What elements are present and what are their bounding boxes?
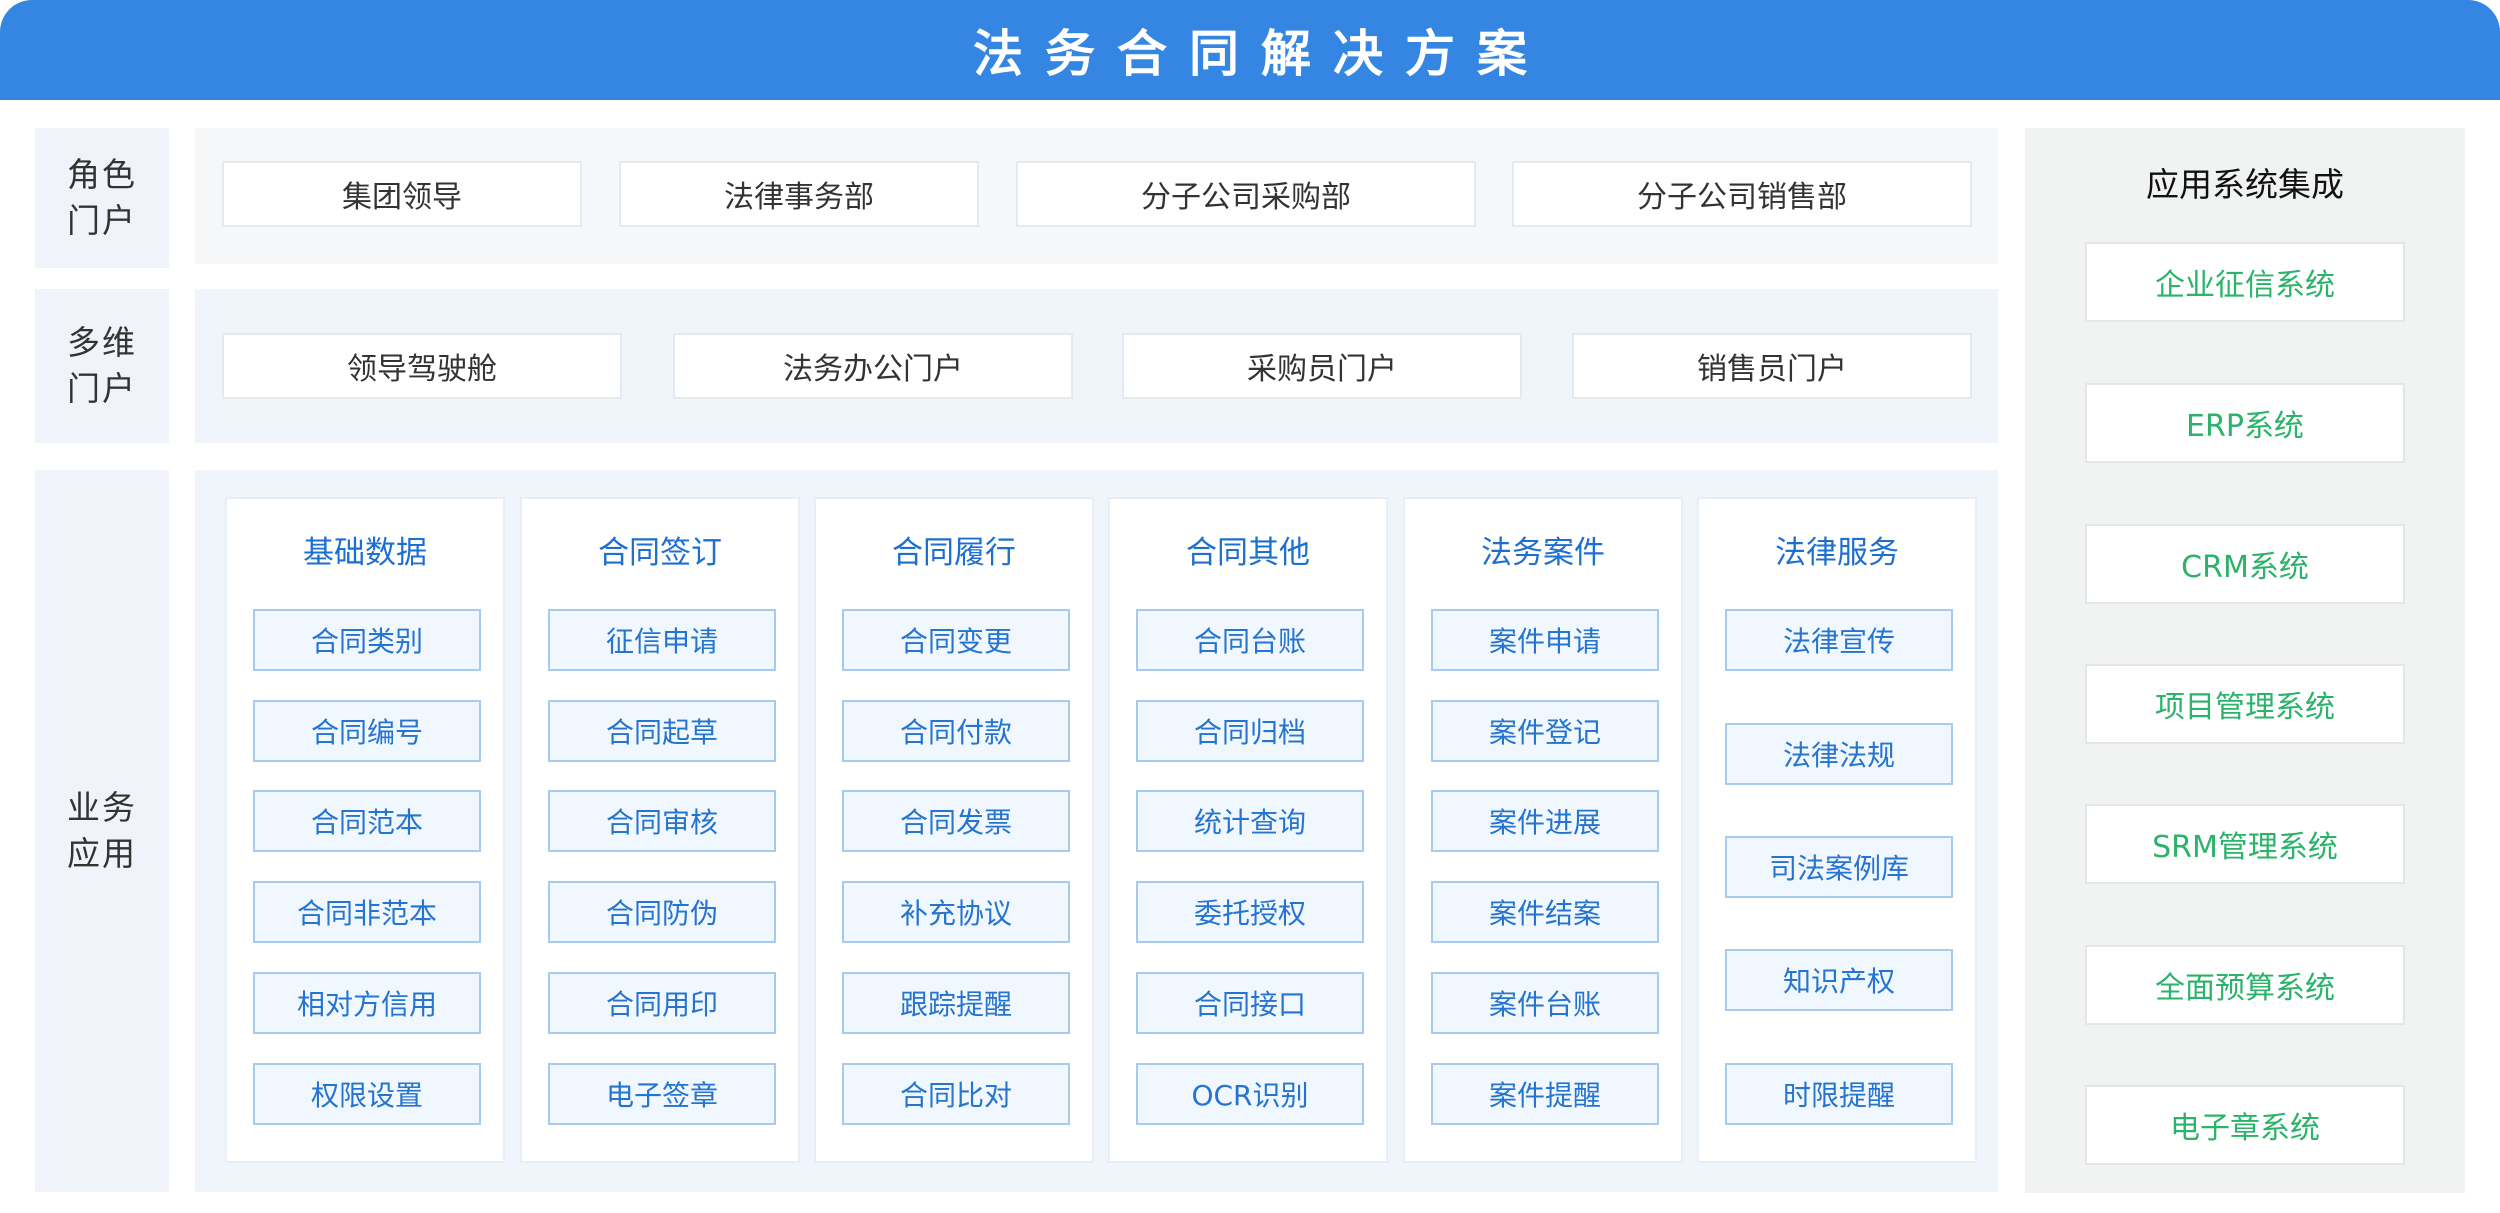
module-title: 合同签订: [598, 534, 722, 571]
module-item[interactable]: 合同台账: [1136, 609, 1364, 671]
module-item[interactable]: 委托授权: [1136, 881, 1364, 943]
page-title: 法务合同解决方案: [973, 25, 1549, 83]
integration-system-item[interactable]: 项目管理系统: [2085, 664, 2405, 744]
module-item[interactable]: 案件结案: [1431, 881, 1659, 943]
role-portal-item[interactable]: 分子公司采购部: [1016, 161, 1476, 227]
business-row: 基础数据 合同类别 合同编号 合同范本 合同非范本 相对方信用 权限设置 合同签…: [195, 470, 1998, 1192]
role-portal-item[interactable]: 集团领导: [222, 161, 582, 227]
module-contract-performance: 合同履行 合同变更 合同付款 合同发票 补充协议 跟踪提醒 合同比对: [814, 497, 1094, 1163]
integration-system-item[interactable]: 电子章系统: [2085, 1085, 2405, 1165]
module-item[interactable]: OCR识别: [1136, 1063, 1364, 1125]
multi-portal-item[interactable]: 法务办公门户: [673, 333, 1073, 399]
module-item[interactable]: 相对方信用: [253, 972, 481, 1034]
page-title-bar: 法务合同解决方案: [0, 0, 2500, 100]
module-item[interactable]: 案件台账: [1431, 972, 1659, 1034]
module-item[interactable]: 案件申请: [1431, 609, 1659, 671]
module-item[interactable]: 合同类别: [253, 609, 481, 671]
multi-portal-item[interactable]: 销售员门户: [1572, 333, 1972, 399]
module-item[interactable]: 合同起草: [548, 700, 776, 762]
module-title: 合同履行: [892, 534, 1016, 571]
role-portal-row: 集团领导 法律事务部 分子公司采购部 分子公司销售部: [195, 128, 1998, 264]
module-title: 法律服务: [1775, 534, 1899, 571]
module-item[interactable]: 跟踪提醒: [842, 972, 1070, 1034]
integration-system-item[interactable]: CRM系统: [2085, 524, 2405, 604]
integration-system-item[interactable]: 企业征信系统: [2085, 242, 2405, 322]
module-title: 法务案件: [1481, 534, 1605, 571]
integration-title: 应用系统集成: [2146, 165, 2344, 204]
module-title: 合同其他: [1186, 534, 1310, 571]
multi-portal-row: 领导驾驶舱 法务办公门户 采购员门户 销售员门户: [195, 289, 1998, 443]
module-contract-signing: 合同签订 征信申请 合同起草 合同审核 合同防伪 合同用印 电子签章: [520, 497, 800, 1163]
module-item[interactable]: 权限设置: [253, 1063, 481, 1125]
module-item[interactable]: 统计查询: [1136, 790, 1364, 852]
module-basic-data: 基础数据 合同类别 合同编号 合同范本 合同非范本 相对方信用 权限设置: [225, 497, 505, 1163]
module-item[interactable]: 合同归档: [1136, 700, 1364, 762]
role-portal-item[interactable]: 分子公司销售部: [1512, 161, 1972, 227]
module-item[interactable]: 案件提醒: [1431, 1063, 1659, 1125]
module-item[interactable]: 补充协议: [842, 881, 1070, 943]
row-label-role-portal: 角色门户: [35, 128, 169, 268]
module-item[interactable]: 时限提醒: [1725, 1063, 1953, 1125]
module-item[interactable]: 合同编号: [253, 700, 481, 762]
multi-portal-item[interactable]: 领导驾驶舱: [222, 333, 622, 399]
integration-panel: 应用系统集成 企业征信系统 ERP系统 CRM系统 项目管理系统 SRM管理系统…: [2025, 128, 2465, 1193]
module-item[interactable]: 司法案例库: [1725, 836, 1953, 898]
module-legal-cases: 法务案件 案件申请 案件登记 案件进展 案件结案 案件台账 案件提醒: [1403, 497, 1683, 1163]
module-item[interactable]: 合同付款: [842, 700, 1070, 762]
module-item[interactable]: 电子签章: [548, 1063, 776, 1125]
integration-system-item[interactable]: SRM管理系统: [2085, 804, 2405, 884]
module-item[interactable]: 合同用印: [548, 972, 776, 1034]
integration-system-item[interactable]: 全面预算系统: [2085, 945, 2405, 1025]
module-item[interactable]: 合同防伪: [548, 881, 776, 943]
module-item[interactable]: 合同发票: [842, 790, 1070, 852]
module-item[interactable]: 法律宣传: [1725, 609, 1953, 671]
role-portal-item[interactable]: 法律事务部: [619, 161, 979, 227]
module-legal-services: 法律服务 法律宣传 法律法规 司法案例库 知识产权 时限提醒: [1697, 497, 1977, 1163]
module-item[interactable]: 案件登记: [1431, 700, 1659, 762]
integration-system-item[interactable]: ERP系统: [2085, 383, 2405, 463]
row-label-business: 业务应用: [35, 470, 169, 1192]
multi-portal-item[interactable]: 采购员门户: [1122, 333, 1522, 399]
module-title: 基础数据: [303, 534, 427, 571]
module-item[interactable]: 案件进展: [1431, 790, 1659, 852]
module-item[interactable]: 合同审核: [548, 790, 776, 852]
module-item[interactable]: 合同变更: [842, 609, 1070, 671]
module-item[interactable]: 知识产权: [1725, 949, 1953, 1011]
module-item[interactable]: 合同范本: [253, 790, 481, 852]
module-item[interactable]: 合同比对: [842, 1063, 1070, 1125]
module-contract-other: 合同其他 合同台账 合同归档 统计查询 委托授权 合同接口 OCR识别: [1108, 497, 1388, 1163]
module-item[interactable]: 征信申请: [548, 609, 776, 671]
module-item[interactable]: 合同非范本: [253, 881, 481, 943]
row-label-multi-portal: 多维门户: [35, 289, 169, 443]
module-item[interactable]: 合同接口: [1136, 972, 1364, 1034]
module-item[interactable]: 法律法规: [1725, 723, 1953, 785]
